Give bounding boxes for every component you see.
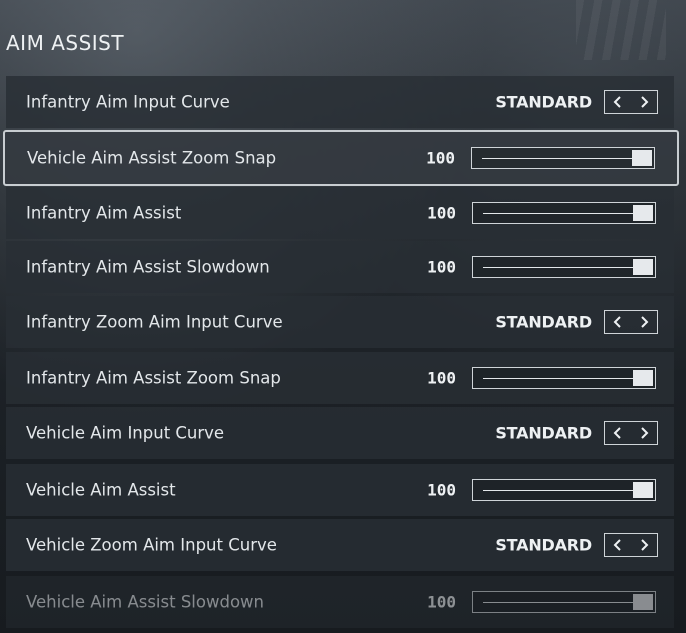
setting-slider[interactable]	[472, 202, 656, 224]
setting-value: 100	[427, 592, 456, 612]
setting-label: Vehicle Aim Assist Slowdown	[26, 592, 264, 612]
setting-value: 100	[427, 257, 456, 277]
choice-arrows	[604, 533, 658, 557]
slider-fill	[482, 158, 632, 159]
setting-label: Vehicle Zoom Aim Input Curve	[26, 535, 277, 555]
setting-row-vehicle-aim-assist-slowdown[interactable]: Vehicle Aim Assist Slowdown 100	[6, 576, 674, 628]
slider-fill	[483, 602, 633, 603]
setting-choice-value: STANDARD	[495, 535, 592, 555]
chevron-left-icon[interactable]	[605, 534, 631, 556]
setting-row-infantry-zoom-aim-input-curve[interactable]: Infantry Zoom Aim Input Curve STANDARD	[6, 296, 674, 348]
setting-label: Infantry Aim Assist Zoom Snap	[26, 368, 281, 388]
setting-value: 100	[427, 480, 456, 500]
chevron-left-icon[interactable]	[605, 91, 631, 113]
choice-arrows	[604, 310, 658, 334]
setting-slider[interactable]	[472, 367, 656, 389]
slider-fill	[483, 378, 633, 379]
chevron-left-icon[interactable]	[605, 311, 631, 333]
setting-label: Vehicle Aim Input Curve	[26, 423, 225, 443]
setting-slider[interactable]	[472, 256, 656, 278]
slider-fill	[483, 490, 633, 491]
setting-label: Vehicle Aim Assist	[26, 480, 176, 500]
setting-row-infantry-aim-assist-zoom-snap[interactable]: Infantry Aim Assist Zoom Snap 100	[6, 352, 674, 404]
setting-choice-value: STANDARD	[495, 92, 592, 112]
setting-choice-value: STANDARD	[495, 312, 592, 332]
slider-thumb[interactable]	[633, 370, 653, 386]
chevron-right-icon[interactable]	[631, 91, 657, 113]
choice-arrows	[604, 421, 658, 445]
setting-label: Infantry Aim Assist Slowdown	[26, 257, 270, 277]
setting-label: Vehicle Aim Assist Zoom Snap	[27, 148, 277, 168]
slider-fill	[483, 213, 633, 214]
setting-row-vehicle-aim-input-curve[interactable]: Vehicle Aim Input Curve STANDARD	[6, 407, 674, 459]
slider-thumb[interactable]	[632, 150, 652, 166]
chevron-right-icon[interactable]	[631, 422, 657, 444]
setting-row-vehicle-aim-assist-zoom-snap[interactable]: Vehicle Aim Assist Zoom Snap 100	[3, 130, 679, 186]
slider-thumb[interactable]	[633, 205, 653, 221]
setting-row-infantry-aim-input-curve[interactable]: Infantry Aim Input Curve STANDARD	[6, 76, 674, 128]
choice-arrows	[604, 90, 658, 114]
setting-label: Infantry Aim Input Curve	[26, 92, 230, 112]
setting-value: 100	[426, 148, 455, 168]
settings-panel: AIM ASSIST Infantry Aim Input Curve STAN…	[0, 0, 686, 633]
setting-row-vehicle-zoom-aim-input-curve[interactable]: Vehicle Zoom Aim Input Curve STANDARD	[6, 519, 674, 571]
setting-choice-value: STANDARD	[495, 423, 592, 443]
setting-slider[interactable]	[472, 479, 656, 501]
setting-row-vehicle-aim-assist[interactable]: Vehicle Aim Assist 100	[6, 464, 674, 516]
chevron-right-icon[interactable]	[631, 534, 657, 556]
chevron-left-icon[interactable]	[605, 422, 631, 444]
slider-thumb[interactable]	[633, 259, 653, 275]
slider-thumb[interactable]	[633, 482, 653, 498]
setting-row-infantry-aim-assist-slowdown[interactable]: Infantry Aim Assist Slowdown 100	[6, 241, 674, 293]
setting-value: 100	[427, 203, 456, 223]
setting-row-infantry-aim-assist[interactable]: Infantry Aim Assist 100	[6, 187, 674, 239]
slider-fill	[483, 267, 633, 268]
setting-label: Infantry Zoom Aim Input Curve	[26, 312, 283, 332]
setting-slider[interactable]	[471, 147, 655, 169]
chevron-right-icon[interactable]	[631, 311, 657, 333]
setting-label: Infantry Aim Assist	[26, 203, 182, 223]
section-title: AIM ASSIST	[6, 31, 125, 55]
setting-slider[interactable]	[472, 591, 656, 613]
setting-value: 100	[427, 368, 456, 388]
slider-thumb[interactable]	[633, 594, 653, 610]
